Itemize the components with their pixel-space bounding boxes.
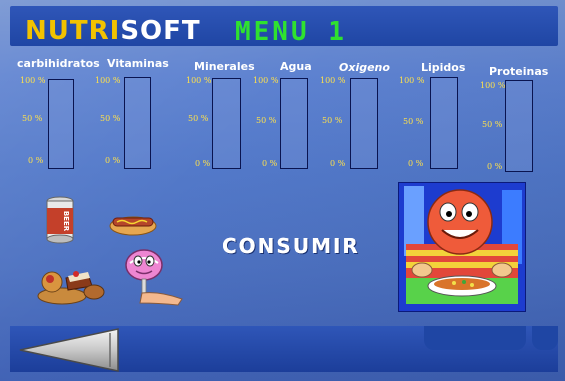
nutrient-label: Oxigeno: [339, 61, 390, 74]
nutrient-label: Minerales: [194, 60, 255, 73]
level-bar: [350, 78, 378, 169]
level-bar: [212, 78, 241, 169]
tick-0: 0 %: [105, 156, 121, 165]
tick-0: 0 %: [28, 156, 44, 165]
app-logo: NUTRISOFT: [25, 16, 201, 46]
tick-100: 100 %: [20, 76, 46, 85]
beer-can-icon[interactable]: BEER: [44, 196, 76, 244]
logo-part-1: NUTRI: [25, 16, 121, 46]
tick-100: 100 %: [95, 76, 121, 85]
menu-title: MENU 1: [235, 17, 347, 47]
tick-50: 50 %: [100, 114, 121, 123]
tick-100: 100 %: [480, 81, 506, 90]
nutrient-label: Lipidos: [421, 61, 466, 74]
level-bar: [124, 77, 151, 169]
tick-50: 50 %: [322, 116, 343, 125]
tick-0: 0 %: [330, 159, 346, 168]
tick-50: 50 %: [482, 120, 503, 129]
left-arrow-icon: [19, 328, 119, 372]
back-button[interactable]: [18, 327, 122, 373]
lollipop-icon[interactable]: [120, 245, 184, 307]
tick-100: 100 %: [253, 76, 279, 85]
tick-50: 50 %: [403, 117, 424, 126]
tick-0: 0 %: [195, 159, 211, 168]
tick-0: 0 %: [408, 159, 424, 168]
nutrient-label: Vitaminas: [107, 57, 169, 70]
bottom-tab-small: [532, 326, 558, 350]
nutrient-label: Agua: [280, 60, 312, 73]
tick-100: 100 %: [399, 76, 425, 85]
nutrient-label: Proteinas: [489, 65, 549, 78]
tick-0: 0 %: [262, 159, 278, 168]
bottom-tab: [424, 326, 526, 350]
boy-eating-soup-illustration: [397, 181, 527, 313]
beer-can-label: BEER: [62, 211, 70, 232]
tick-100: 100 %: [320, 76, 346, 85]
header-bar: NUTRISOFT MENU 1: [10, 6, 558, 47]
level-bar: [48, 79, 74, 169]
level-bar: [280, 78, 308, 169]
tick-50: 50 %: [188, 114, 209, 123]
app-window: NUTRISOFT MENU 1 carbihidratos 100 % 50 …: [0, 0, 565, 381]
nutrient-label: carbihidratos: [17, 57, 100, 70]
tick-100: 100 %: [186, 76, 212, 85]
tick-50: 50 %: [22, 114, 43, 123]
pastries-icon[interactable]: [32, 262, 106, 306]
level-bar: [505, 80, 533, 172]
logo-part-2: SOFT: [120, 16, 201, 46]
level-bar: [430, 77, 458, 169]
consume-button[interactable]: CONSUMIR: [222, 234, 360, 258]
hot-dog-icon[interactable]: [108, 211, 158, 237]
tick-0: 0 %: [487, 162, 503, 171]
tick-50: 50 %: [256, 116, 277, 125]
